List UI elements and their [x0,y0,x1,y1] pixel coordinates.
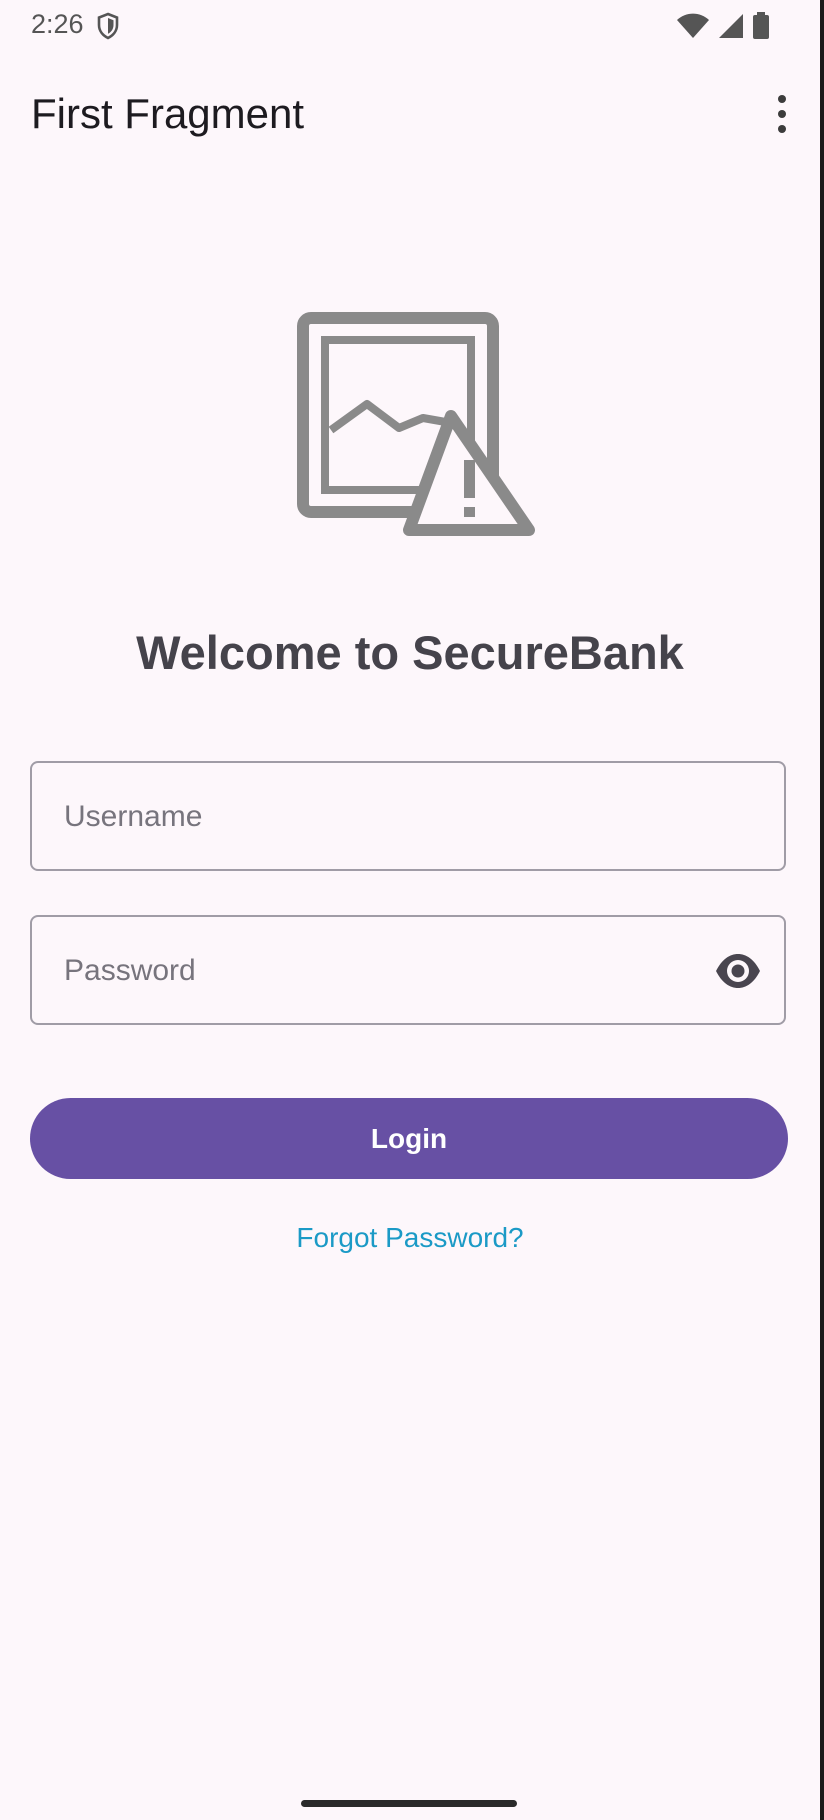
username-input[interactable] [62,763,706,871]
status-icons [676,12,770,45]
app-title: First Fragment [31,90,305,137]
app-bar: First Fragment [0,70,820,160]
password-input[interactable] [62,917,706,1025]
login-screen: 2:26 First Fragment Welcome to SecureBan… [0,0,820,1820]
forgot-password-link[interactable]: Forgot Password? [0,1222,820,1254]
battery-icon [752,12,770,45]
login-button[interactable]: Login [30,1098,788,1179]
status-bar: 2:26 [0,0,820,52]
username-field[interactable] [30,761,786,871]
shield-icon [96,12,120,45]
status-time: 2:26 [31,9,84,39]
more-vert-icon[interactable] [762,84,802,144]
password-field[interactable] [30,915,786,1025]
eye-icon[interactable] [714,949,762,993]
welcome-heading: Welcome to SecureBank [136,626,684,679]
screen-edge [820,0,824,1820]
broken-image-icon [297,312,542,537]
wifi-icon [676,13,710,44]
signal-icon [718,13,744,44]
gesture-nav-handle[interactable] [301,1800,517,1807]
